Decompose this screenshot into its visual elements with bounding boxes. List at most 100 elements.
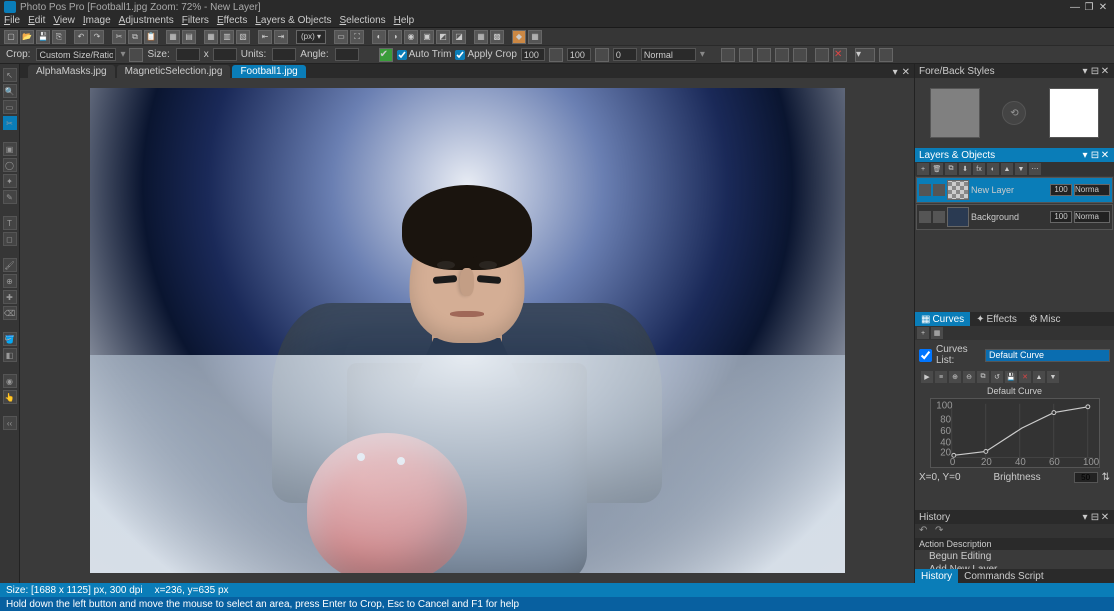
fx5-icon[interactable]: ◩ — [436, 30, 450, 44]
apply-crop-checkbox[interactable] — [455, 50, 465, 60]
crop-reset-icon[interactable] — [129, 48, 143, 62]
opt-btn1-icon[interactable] — [549, 48, 563, 62]
rect-icon[interactable]: ▭ — [334, 30, 348, 44]
menu-edit[interactable]: Edit — [28, 15, 45, 26]
move-tool-icon[interactable]: ↖ — [3, 68, 17, 82]
canvas[interactable] — [90, 88, 845, 573]
grid1-icon[interactable]: ▦ — [204, 30, 218, 44]
tab-dropdown-icon[interactable]: ▾ — [893, 67, 898, 78]
fx6-icon[interactable]: ◪ — [452, 30, 466, 44]
menu-adjustments[interactable]: Adjustments — [119, 15, 174, 26]
redo-icon[interactable]: ↷ — [90, 30, 104, 44]
curves-btn1-icon[interactable]: + — [917, 327, 929, 339]
swap-colors-icon[interactable]: ⟲ — [1002, 101, 1026, 125]
cut-icon[interactable]: ✂ — [112, 30, 126, 44]
new-icon[interactable]: ▢ — [4, 30, 18, 44]
layer-opacity[interactable]: 100 — [1050, 211, 1072, 223]
crop-tool-icon[interactable]: ✂ — [3, 116, 17, 130]
heal-tool-icon[interactable]: ✚ — [3, 290, 17, 304]
opt-tool6-icon[interactable] — [815, 48, 829, 62]
grid2-icon[interactable]: ▥ — [220, 30, 234, 44]
tab-curves[interactable]: ▦ Curves — [915, 312, 970, 326]
foreground-swatch[interactable] — [930, 88, 980, 138]
layer-mask-icon[interactable]: ◐ — [987, 163, 999, 175]
document-tab[interactable]: AlphaMasks.jpg — [28, 65, 115, 78]
gradient-tool-icon[interactable]: ◧ — [3, 348, 17, 362]
fx2-icon[interactable]: ◑ — [388, 30, 402, 44]
lasso-tool-icon[interactable]: ◯ — [3, 158, 17, 172]
align1-icon[interactable]: ⇤ — [258, 30, 272, 44]
opt-num2[interactable] — [567, 48, 591, 61]
layer-blend[interactable]: Norma — [1074, 211, 1110, 223]
zoom-tool-icon[interactable]: 🔍 — [3, 84, 17, 98]
history-item[interactable]: Begun Editing — [915, 550, 1114, 563]
panel-collapse-icon[interactable]: ⊟ — [1090, 512, 1100, 523]
fx7-icon[interactable]: ▦ — [474, 30, 488, 44]
document-tab[interactable]: MagneticSelection.jpg — [117, 65, 231, 78]
menu-view[interactable]: View — [53, 15, 75, 26]
curves-list-select[interactable] — [985, 349, 1110, 362]
smudge-tool-icon[interactable]: 👆 — [3, 390, 17, 404]
curve-save-icon[interactable]: 💾 — [1005, 371, 1017, 383]
layer-tool-icon[interactable]: ▦ — [166, 30, 180, 44]
maximize-button[interactable]: ❐ — [1082, 2, 1096, 13]
layer-row[interactable]: Background 100 Norma — [916, 204, 1113, 230]
text-tool-icon[interactable]: T — [3, 216, 17, 230]
background-swatch[interactable] — [1049, 88, 1099, 138]
apply-icon[interactable]: ✔ — [379, 48, 393, 62]
tab-close-icon[interactable]: ✕ — [902, 67, 910, 78]
fx10-icon[interactable]: ▦ — [528, 30, 542, 44]
layer-tool2-icon[interactable]: ▤ — [182, 30, 196, 44]
angle-input[interactable] — [335, 48, 359, 61]
brush-tool-icon[interactable]: ✎ — [3, 190, 17, 204]
menu-layers[interactable]: Layers & Objects — [255, 15, 331, 26]
curve-channel-icon[interactable]: ≡ — [935, 371, 947, 383]
panel-collapse-icon[interactable]: ⊟ — [1090, 150, 1100, 161]
panel-menu-icon[interactable]: ▾ — [1080, 150, 1090, 161]
clone-tool-icon[interactable]: ⊕ — [3, 274, 17, 288]
menu-selections[interactable]: Selections — [339, 15, 385, 26]
eraser-tool-icon[interactable]: ⌫ — [3, 306, 17, 320]
zoom-dropdown[interactable]: (px) ▾ — [296, 30, 326, 44]
layer-blend[interactable]: Norma — [1074, 184, 1110, 196]
panel-menu-icon[interactable]: ▾ — [1080, 66, 1090, 77]
opt-num3[interactable] — [613, 48, 637, 61]
panel-close-icon[interactable]: ✕ — [1100, 66, 1110, 77]
curve-delete-icon[interactable]: ✕ — [1019, 371, 1031, 383]
grid3-icon[interactable]: ▧ — [236, 30, 250, 44]
tab-misc[interactable]: ⚙ Misc — [1023, 312, 1067, 326]
merge-icon[interactable]: ⬇ — [959, 163, 971, 175]
size-width-input[interactable] — [176, 48, 200, 61]
menu-help[interactable]: Help — [394, 15, 415, 26]
panel-menu-icon[interactable]: ▾ — [1080, 512, 1090, 523]
opt-num1[interactable] — [521, 48, 545, 61]
units-input[interactable] — [272, 48, 296, 61]
opt-tool3-icon[interactable] — [757, 48, 771, 62]
layer-opacity[interactable]: 100 — [1050, 184, 1072, 196]
layer-down-icon[interactable]: ▼ — [1015, 163, 1027, 175]
history-undo-icon[interactable]: ↶ — [919, 525, 931, 537]
fullscreen-icon[interactable]: ⛶ — [350, 30, 364, 44]
delete-layer-icon[interactable]: 🗑 — [931, 163, 943, 175]
layer-row[interactable]: New Layer 100 Norma — [916, 177, 1113, 203]
panel-collapse-icon[interactable]: ⊟ — [1090, 66, 1100, 77]
menu-effects[interactable]: Effects — [217, 15, 247, 26]
tab-history[interactable]: History — [915, 569, 958, 583]
size-height-input[interactable] — [213, 48, 237, 61]
visibility-toggle-icon[interactable] — [919, 211, 931, 223]
blur-tool-icon[interactable]: ◉ — [3, 374, 17, 388]
selection-tool-icon[interactable]: ▣ — [3, 142, 17, 156]
fx3-icon[interactable]: ◉ — [404, 30, 418, 44]
open-icon[interactable]: 📂 — [20, 30, 34, 44]
opt-tool5-icon[interactable] — [793, 48, 807, 62]
paste-icon[interactable]: 📋 — [144, 30, 158, 44]
close-button[interactable]: ✕ — [1096, 2, 1110, 13]
curve-add-icon[interactable]: ⊕ — [949, 371, 961, 383]
opt-tool4-icon[interactable] — [775, 48, 789, 62]
menu-file[interactable]: File — [4, 15, 20, 26]
panel-close-icon[interactable]: ✕ — [1100, 150, 1110, 161]
lock-toggle-icon[interactable] — [933, 184, 945, 196]
curve-copy-icon[interactable]: ⧉ — [977, 371, 989, 383]
opt-tool1-icon[interactable] — [721, 48, 735, 62]
tab-commands-script[interactable]: Commands Script — [958, 569, 1049, 583]
